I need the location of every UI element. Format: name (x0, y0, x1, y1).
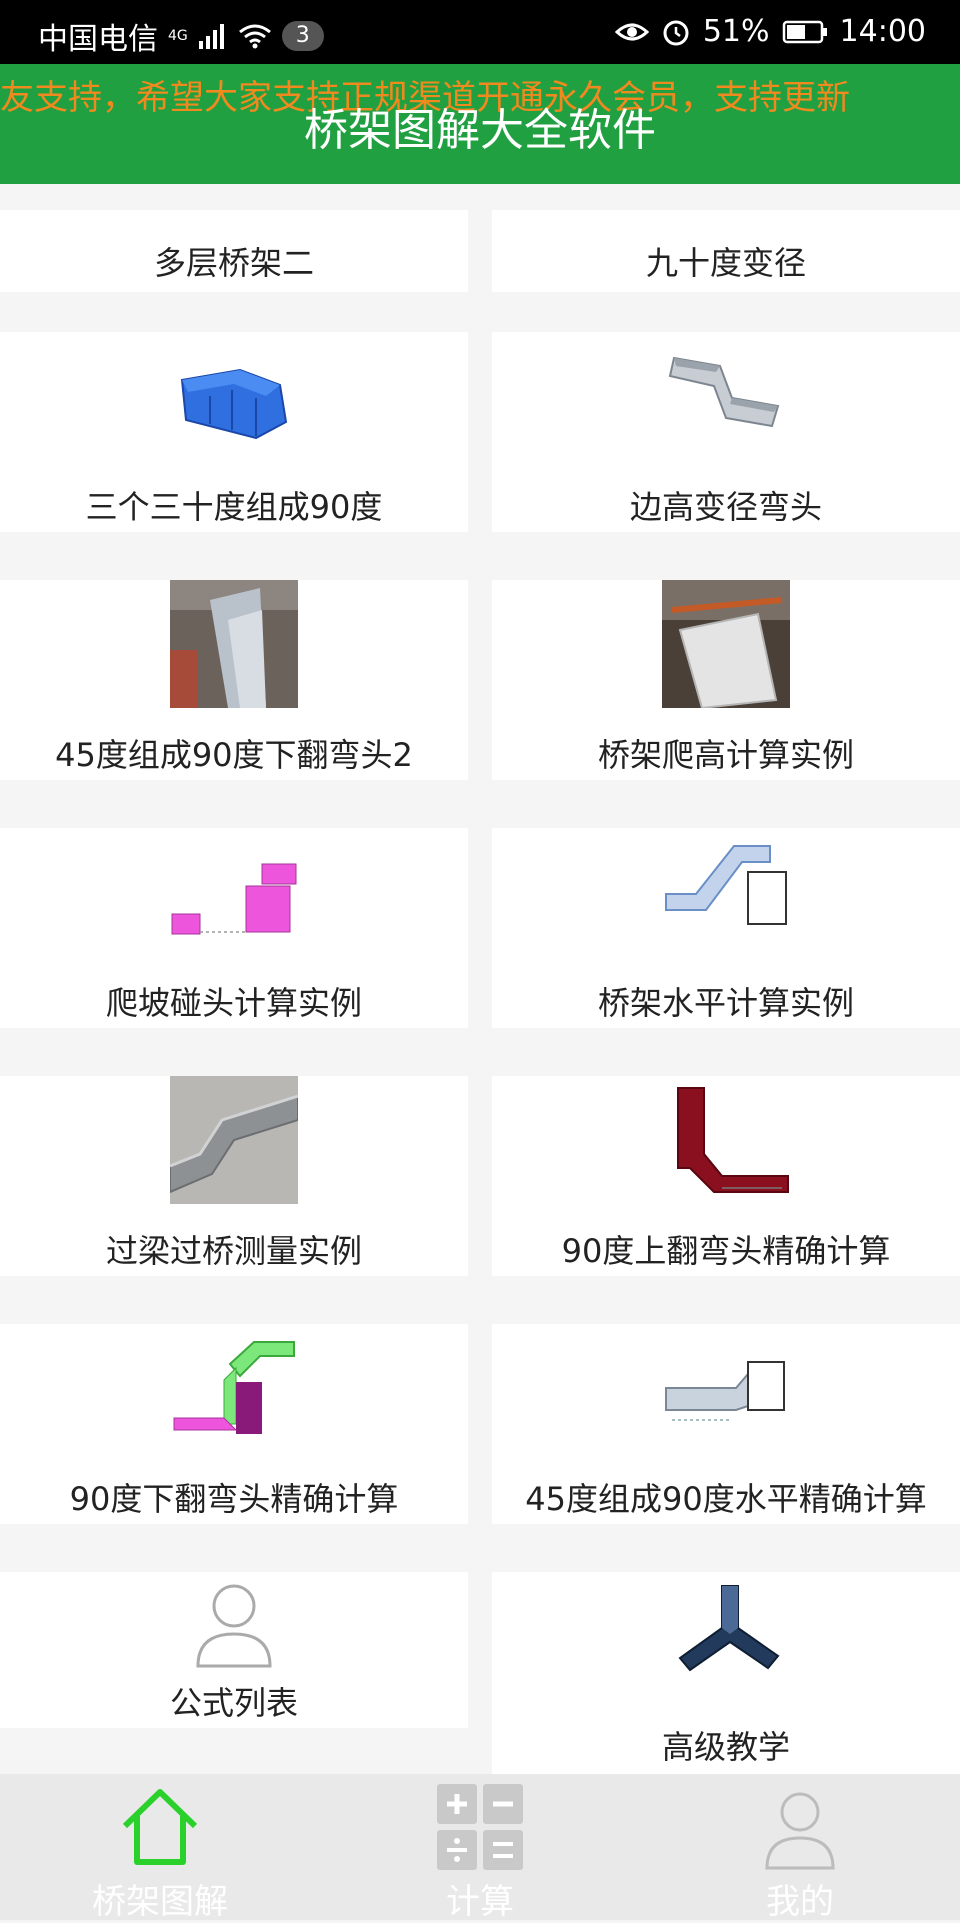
grid-item-label: 多层桥架二 (153, 244, 314, 282)
grid-item[interactable]: 桥架爬高计算实例 (492, 580, 960, 780)
grid-item[interactable]: 边高变径弯头 (492, 332, 960, 532)
bottom-nav: 桥架图解 计算 我的 (0, 1774, 960, 1922)
grid-item-label: 桥架水平计算实例 (597, 984, 854, 1022)
photo-tray-down-icon (170, 580, 298, 708)
grid-item-label: 45度组成90度水平精确计算 (525, 1480, 927, 1518)
person-outline-icon (196, 1584, 272, 1668)
carrier-text: 中国电信 (38, 22, 158, 57)
eye-icon (614, 23, 649, 40)
wifi-icon (238, 24, 271, 49)
grid-item[interactable]: 九十度变径 (492, 210, 960, 292)
grid-item[interactable]: 过梁过桥测量实例 (0, 1076, 468, 1276)
grid-item[interactable]: 45度组成90度下翻弯头2 (0, 580, 468, 780)
clock-time: 14:00 (839, 14, 926, 49)
grid-item[interactable]: 45度组成90度水平精确计算 (492, 1324, 960, 1524)
grid-item-label: 高级教学 (661, 1728, 790, 1766)
tab-label: 计算 (446, 1882, 514, 1922)
grid-item-label: 45度组成90度下翻弯头2 (55, 736, 413, 774)
grid-item-label: 九十度变径 (645, 244, 806, 282)
grid-item[interactable]: 三个三十度组成90度 (0, 332, 468, 532)
grid-item-label: 爬坡碰头计算实例 (105, 984, 362, 1022)
diagram-grid: 多层桥架二 九十度变径 三个三十度组成90度 边高变径弯头 45度组成90度下翻… (0, 184, 960, 1774)
grid-item-label: 公式列表 (169, 1684, 298, 1722)
dark-tee-junction-icon (662, 1572, 790, 1700)
signal-icon (198, 24, 224, 49)
battery-percent: 51% (702, 14, 770, 49)
tab-home[interactable]: 桥架图解 (0, 1774, 320, 1922)
alarm-icon (663, 20, 689, 45)
tab-calculate[interactable]: 计算 (320, 1774, 640, 1922)
grid-item[interactable]: 爬坡碰头计算实例 (0, 828, 468, 1028)
grid-item-label: 边高变径弯头 (629, 488, 822, 526)
photo-tray-climb-icon (662, 580, 790, 708)
tab-label: 桥架图解 (92, 1882, 228, 1922)
home-icon (122, 1789, 198, 1865)
grid-item[interactable]: 90度上翻弯头精确计算 (492, 1076, 960, 1276)
battery-icon (782, 20, 827, 43)
status-bar: 中国电信 4G 3 51% 14:00 (0, 0, 960, 64)
blue-horizontal-diagram-icon (662, 828, 790, 956)
page-title: 桥架图解大全软件 (304, 105, 656, 156)
gray-horizontal-elbow-icon (662, 1324, 790, 1452)
blue-tray-elbow-icon (170, 340, 298, 468)
tab-label: 我的 (766, 1882, 834, 1922)
calculator-icon (437, 1784, 523, 1870)
pink-slope-diagram-icon (170, 828, 298, 956)
grid-item-label: 三个三十度组成90度 (85, 488, 383, 526)
gray-offset-tray-icon (662, 340, 790, 468)
grid-item[interactable]: 高级教学 (492, 1572, 960, 1774)
tab-profile[interactable]: 我的 (640, 1774, 960, 1922)
grid-item-label: 90度上翻弯头精确计算 (561, 1232, 891, 1270)
grid-item-label: 90度下翻弯头精确计算 (69, 1480, 399, 1518)
grid-item[interactable]: 公式列表 (0, 1572, 468, 1728)
notification-badge: 3 (281, 21, 324, 51)
green-purple-down-elbow-icon (170, 1324, 298, 1452)
app-header: 友支持，希望大家支持正规渠道开通永久会员，支持更新 桥架图解大全软件 (0, 64, 960, 184)
photo-beam-crossing-icon (170, 1076, 298, 1204)
grid-item[interactable]: 桥架水平计算实例 (492, 828, 960, 1028)
grid-item-label: 桥架爬高计算实例 (597, 736, 854, 774)
profile-icon (765, 1792, 835, 1870)
grid-item-label: 过梁过桥测量实例 (105, 1232, 362, 1270)
network-type: 4G (168, 28, 188, 44)
red-up-elbow-icon (662, 1076, 790, 1204)
grid-item[interactable]: 多层桥架二 (0, 210, 468, 292)
grid-item[interactable]: 90度下翻弯头精确计算 (0, 1324, 468, 1524)
